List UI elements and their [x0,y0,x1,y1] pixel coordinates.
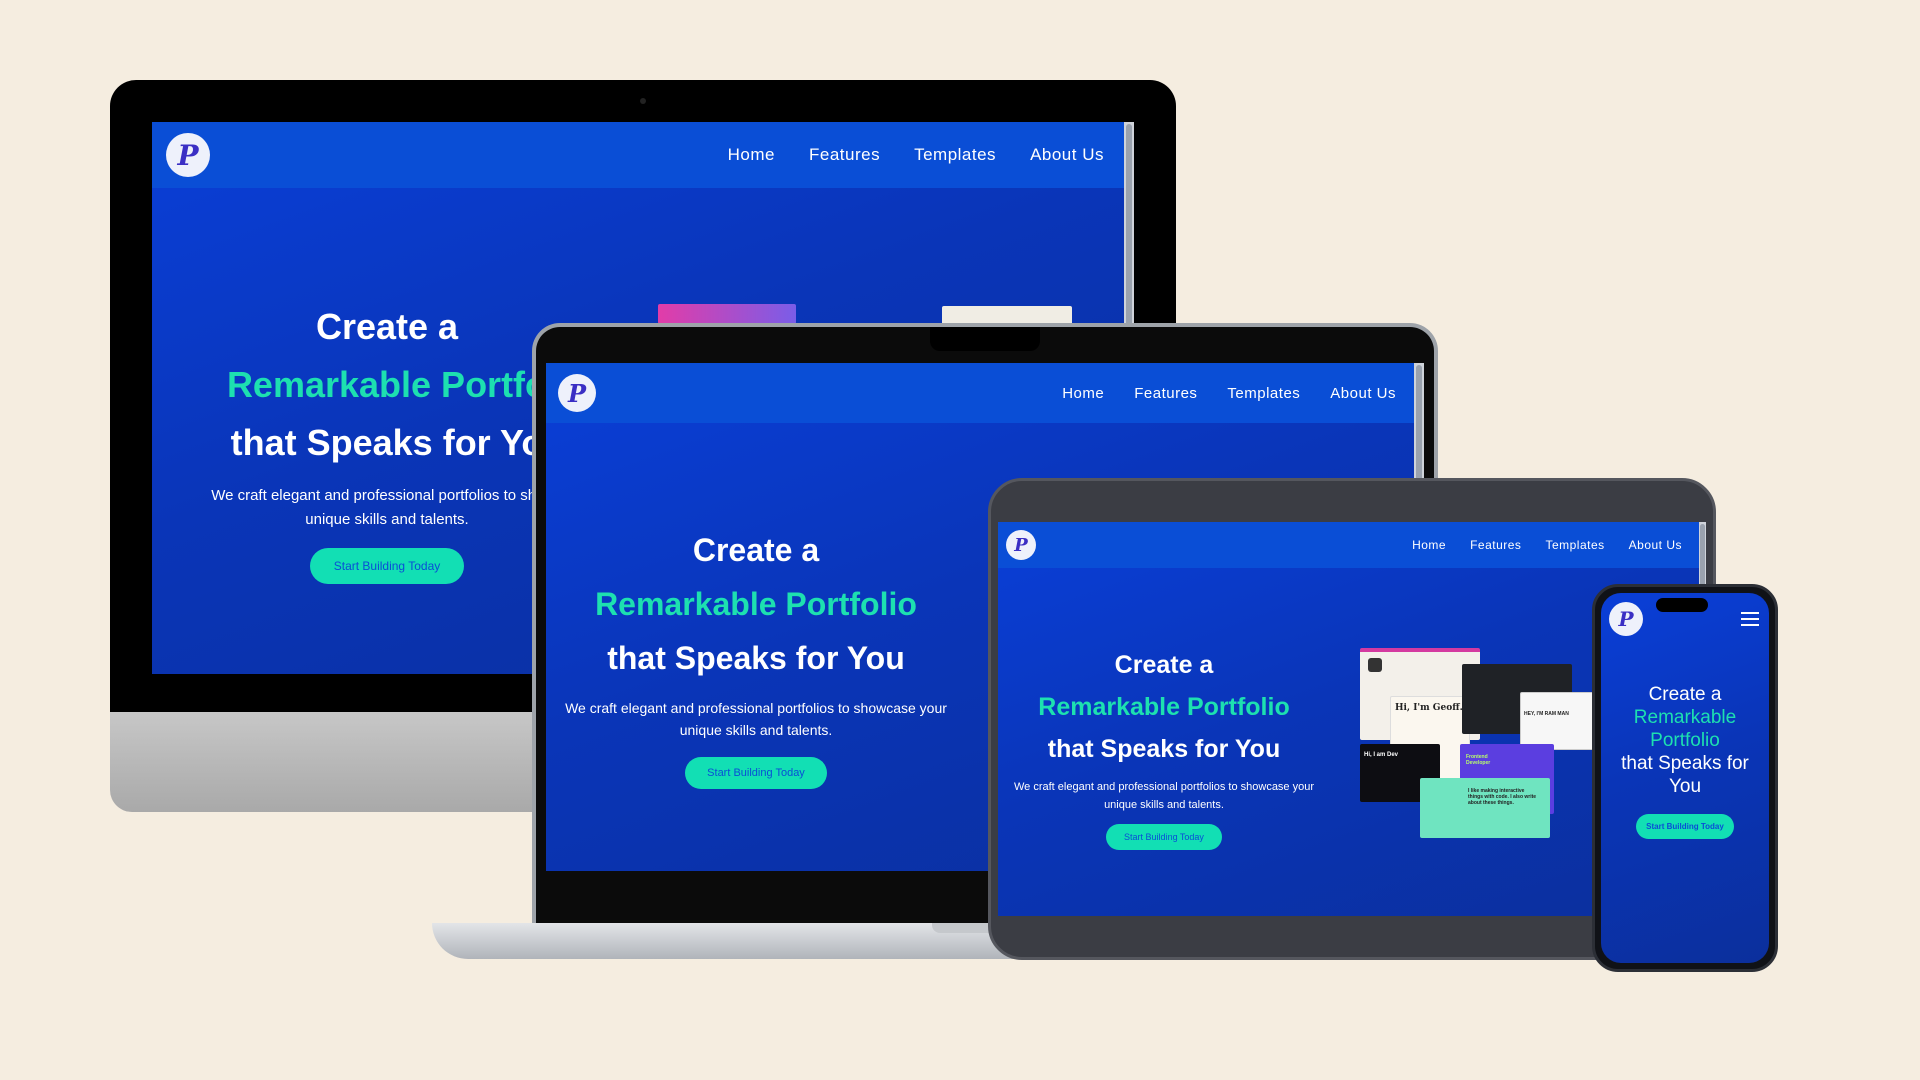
hero-line1: Create a [692,532,820,568]
hero-description: We craft elegant and professional portfo… [565,700,947,738]
nav-templates[interactable]: Templates [1545,538,1604,552]
hero-line1: Create a [1114,651,1214,679]
iphone-device: P Create a Remarkable Portfolio that Spe… [1592,584,1778,972]
nav-home[interactable]: Home [1062,385,1104,402]
template-thumbnail: I like making interactive things with co… [1420,778,1550,838]
nav-menu: Home Features Templates About Us [728,145,1104,165]
hero-line2: Remarkable Portfolio [595,586,917,622]
nav-features[interactable]: Features [809,145,880,165]
hero-line3b: You [1668,776,1702,797]
logo-icon[interactable]: P [558,374,596,412]
hero-line2a: Remarkable [1633,707,1737,728]
thumbnail-title: Hi, I am Dev [1364,752,1399,758]
hero-line3a: that Speaks for [1621,753,1749,774]
thumbnail-icon [1368,658,1382,672]
cta-button[interactable]: Start Building Today [1106,824,1222,850]
hero-line2: Remarkable Portfolio [1038,693,1290,721]
thumbnail-title: HEY, I'M RAM MAN [1524,711,1569,717]
nav-about-us[interactable]: About Us [1330,385,1396,402]
navbar: P Home Features Templates About Us [152,122,1134,188]
hero-line3: that Speaks for You [1047,735,1281,763]
cta-button[interactable]: Start Building Today [685,757,827,789]
template-collage: Hi, I'm Geoff. HEY, I'M RAM MAN Hi, I am… [1360,648,1610,838]
hero-section: Create a Remarkable Portfolio that Speak… [1601,683,1769,839]
hero-line1: Create a [1648,684,1722,705]
logo-icon[interactable]: P [1609,602,1643,636]
navbar: P Home Features Templates About Us [998,522,1706,568]
hero-description: We craft elegant and professional portfo… [1013,781,1315,811]
iphone-dynamic-island [1656,598,1708,612]
navbar: P Home Features Templates About Us [546,363,1424,423]
nav-menu: Home Features Templates About Us [1062,385,1396,402]
nav-menu: Home Features Templates About Us [1412,538,1682,552]
hamburger-menu-icon[interactable] [1741,612,1759,626]
logo-icon[interactable]: P [166,133,210,177]
nav-home[interactable]: Home [1412,538,1446,552]
thumbnail-text: I like making interactive things with co… [1468,788,1537,806]
nav-templates[interactable]: Templates [914,145,996,165]
macbook-notch [930,327,1040,351]
logo-icon[interactable]: P [1006,530,1036,560]
thumbnail-title: Frontend Developer [1466,754,1491,766]
nav-templates[interactable]: Templates [1227,385,1300,402]
template-thumbnail: HEY, I'M RAM MAN [1520,692,1594,750]
template-thumbnail [658,304,796,324]
nav-features[interactable]: Features [1134,385,1197,402]
imac-camera [640,98,646,104]
cta-button[interactable]: Start Building Today [1636,814,1734,839]
hero-line2b: Portfolio [1650,730,1720,751]
nav-about-us[interactable]: About Us [1629,538,1682,552]
thumbnail-title: Hi, I'm Geoff. [1395,703,1463,713]
nav-about-us[interactable]: About Us [1030,145,1104,165]
hero-line3: that Speaks for You [607,640,905,676]
hero-section: Create a Remarkable Portfolio that Speak… [546,523,966,789]
nav-features[interactable]: Features [1470,538,1521,552]
hero-section: Create a Remarkable Portfolio that Speak… [1004,644,1324,850]
iphone-screen: P Create a Remarkable Portfolio that Spe… [1601,593,1769,963]
nav-home[interactable]: Home [728,145,775,165]
cta-button[interactable]: Start Building Today [309,548,465,584]
